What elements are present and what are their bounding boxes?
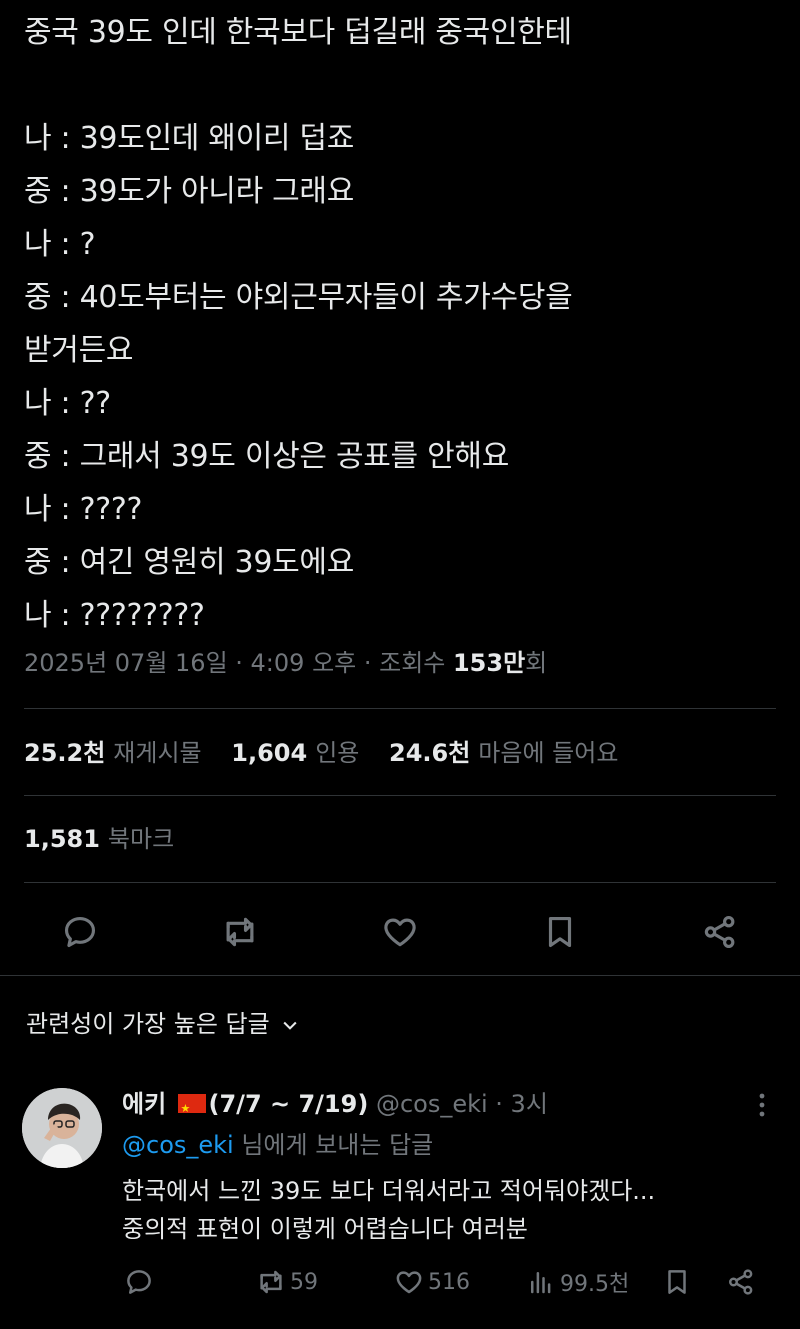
repost-stat[interactable]: 25.2천 재게시물: [24, 739, 224, 767]
tweet-line: 중 : 40도부터는 야외근무자들이 추가수당을: [24, 280, 573, 315]
reply-icon: [64, 916, 96, 948]
view-count: 153만: [452, 649, 526, 677]
share-icon: [729, 1269, 753, 1295]
views-count: 99.5천: [560, 1272, 630, 1297]
analytics-icon: [531, 1272, 551, 1294]
retweet-button[interactable]: [218, 910, 262, 954]
avatar-image: [22, 1088, 102, 1168]
tweet-line: 나 : ????: [24, 492, 143, 527]
tweet-line: 받거든요: [24, 333, 134, 368]
tweet-timestamp[interactable]: 2025년 07월 16일 · 4:09 오후 · 조회수 153만회: [24, 640, 547, 686]
tweet-line: 나 : ????????: [24, 598, 205, 633]
reply-views-button[interactable]: 99.5천: [526, 1264, 629, 1300]
reply-like-button[interactable]: 516: [394, 1264, 470, 1300]
replies-sort-dropdown[interactable]: 관련성이 가장 높은 답글: [26, 1002, 300, 1046]
tweet-line: 나 : 39도인데 왜이리 덥죠: [24, 121, 355, 156]
reply-header: 에키 (7/7 ~ 7/19) @cos_eki · 3시: [122, 1084, 548, 1129]
bookmark-stat[interactable]: 1,581 북마크: [24, 814, 196, 864]
like-button[interactable]: [378, 910, 422, 954]
bookmark-button[interactable]: [538, 910, 582, 954]
section-divider: [0, 975, 800, 976]
reply-author-name[interactable]: 에키 (7/7 ~ 7/19): [122, 1089, 368, 1129]
reply-button[interactable]: [58, 910, 102, 954]
view-unit: 회: [525, 649, 548, 677]
like-stat[interactable]: 24.6천 마음에 들어요: [389, 739, 640, 767]
reply-icon: [127, 1270, 151, 1294]
tweet-line: 나 : ?: [24, 227, 96, 262]
tweet-actions: [0, 900, 800, 962]
quote-stat[interactable]: 1,604 인용: [231, 739, 381, 767]
heart-icon: [384, 918, 416, 947]
bookmark-icon: [668, 1270, 686, 1294]
share-button[interactable]: [698, 910, 742, 954]
heart-icon: [396, 1271, 422, 1294]
sort-label: 관련성이 가장 높은 답글: [26, 1010, 270, 1038]
retweet-icon: [260, 1270, 282, 1294]
bookmark-icon: [548, 916, 572, 948]
chevron-down-icon: [283, 1021, 297, 1030]
tweet-line: 중 : 39도가 아니라 그래요: [24, 174, 355, 209]
china-flag-icon: [177, 1089, 206, 1129]
reply-text: 한국에서 느낀 39도 보다 더워서라고 적어둬야겠다... 중의적 표현이 이…: [122, 1177, 656, 1243]
more-options-button[interactable]: [750, 1088, 774, 1122]
reply-actions: 59 516 99.5천: [0, 1260, 800, 1304]
engagement-stats: 25.2천 재게시물 1,604 인용 24.6천 마음에 들어요: [24, 728, 640, 778]
timestamp-text: 2025년 07월 16일 · 4:09 오후 · 조회수: [24, 649, 453, 677]
tweet-text: 중국 39도 인데 한국보다 덥길래 중국인한테 나 : 39도인데 왜이리 덥…: [24, 6, 784, 642]
reply-share-button[interactable]: [726, 1264, 760, 1300]
replying-to: @cos_eki 님에게 보내는 답글: [122, 1131, 434, 1159]
share-icon: [704, 916, 735, 948]
like-count: 516: [428, 1269, 470, 1295]
mention-link[interactable]: @cos_eki: [122, 1131, 234, 1159]
avatar[interactable]: [22, 1088, 102, 1168]
divider: [24, 882, 776, 883]
tweet-line: 중 : 여긴 영원히 39도에요: [24, 545, 355, 580]
reply-retweet-button[interactable]: 59: [256, 1264, 318, 1300]
tweet-line: 나 : ??: [24, 386, 111, 421]
divider: [24, 795, 776, 796]
more-vertical-icon: [759, 1093, 765, 1117]
tweet-line: 중국 39도 인데 한국보다 덥길래 중국인한테: [24, 15, 572, 50]
reply-bookmark-button[interactable]: [662, 1264, 696, 1300]
divider: [24, 708, 776, 709]
retweet-count: 59: [290, 1269, 318, 1295]
retweet-icon: [226, 917, 254, 947]
tweet-line: 중 : 그래서 39도 이상은 공표를 안해요: [24, 439, 509, 474]
reply-handle-time[interactable]: @cos_eki · 3시: [368, 1090, 548, 1118]
reply-reply-button[interactable]: [124, 1264, 158, 1300]
